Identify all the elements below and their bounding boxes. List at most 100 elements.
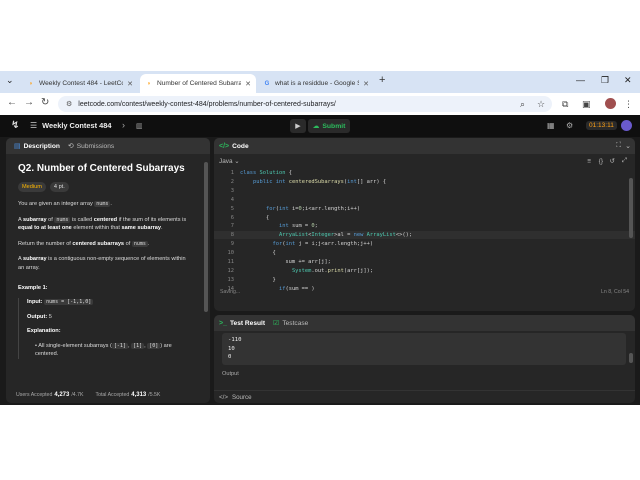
leetcode-icon: ◗ <box>147 80 151 87</box>
url-text: leetcode.com/contest/weekly-contest-484/… <box>78 100 336 108</box>
test-result-panel: >_ Test Result ☑ Testcase -110 10 0 Output… <box>214 315 635 403</box>
code-line[interactable]: System.out.print(arr[j]); <box>240 268 373 274</box>
document-icon: ▤ <box>14 143 21 150</box>
site-info-icon[interactable]: ⚙ <box>66 100 72 108</box>
editor-scrollbar[interactable] <box>629 178 633 238</box>
code-line[interactable]: for(int j = i;j<arr.length;j++) <box>240 241 373 247</box>
code-line[interactable]: for(int i=0;i<arr.length;i++) <box>240 206 360 212</box>
problem-title: Q2. Number of Centered Subarrays <box>18 163 185 174</box>
line-number: 13 <box>227 276 235 283</box>
code-line[interactable]: class Solution { <box>240 170 292 176</box>
notes-icon[interactable]: ≡ <box>587 158 591 165</box>
forward-icon[interactable]: → <box>24 97 34 108</box>
tab-testcase[interactable]: ☑ Testcase <box>273 319 308 328</box>
fullscreen-icon[interactable]: ⤢ <box>622 157 627 165</box>
editor-status-bar: Saving... Ln 8, Col 54 <box>220 289 629 295</box>
tab-test-result[interactable]: >_ Test Result <box>219 320 265 327</box>
prev-problem-icon[interactable]: ‹ <box>107 120 110 130</box>
paragraph-1: You are given an integer array nums. <box>18 201 112 208</box>
user-avatar[interactable] <box>621 120 632 131</box>
run-button[interactable]: ▶ <box>290 119 306 133</box>
description-scrollbar[interactable] <box>204 162 208 312</box>
letterbox-bottom <box>0 405 640 480</box>
code-line[interactable]: { <box>240 215 269 221</box>
problem-list-button[interactable]: ☰ Weekly Contest 484 <box>30 121 111 130</box>
line-number: 2 <box>230 178 234 185</box>
extension-icon[interactable]: ⧉ <box>562 99 568 110</box>
layout-icon[interactable]: ▦ <box>547 121 555 130</box>
points-badge: 4 pt. <box>49 182 69 193</box>
more-options-icon[interactable]: ⌄ <box>625 142 631 150</box>
code-icon: </> <box>219 393 228 401</box>
code-line[interactable]: ArryaList<Integer>al = new ArrayList<>()… <box>240 232 412 238</box>
extensions-icon[interactable]: ▣ <box>582 99 591 110</box>
next-problem-icon[interactable]: › <box>122 120 125 130</box>
profile-avatar[interactable] <box>605 98 616 109</box>
address-bar[interactable]: ⚙ leetcode.com/contest/weekly-contest-48… <box>58 96 552 112</box>
back-icon[interactable]: ← <box>7 97 17 108</box>
reset-icon[interactable]: ↺ <box>610 157 615 165</box>
code-line[interactable]: public int centeredSubarrays(int[] arr) … <box>240 179 386 185</box>
maximize-icon[interactable]: ❐ <box>601 75 609 86</box>
result-scrollbar[interactable] <box>629 353 633 363</box>
paragraph-4: A subarray is a contiguous non-empty seq… <box>18 256 186 271</box>
language-bar: Java ⌄ ≡ {} ↺ ⤢ <box>214 154 635 168</box>
code-icon: </> <box>219 142 230 150</box>
line-number: 10 <box>227 250 235 257</box>
format-icon[interactable]: {} <box>599 158 603 165</box>
paragraph-3: Return the number of centered subarrays … <box>18 240 150 247</box>
contest-timer: 01:13:11 <box>586 121 617 130</box>
expand-icon[interactable]: ⛶ <box>616 142 621 150</box>
line-number: 4 <box>230 196 234 203</box>
problem-description: Q2. Number of Centered Subarrays Medium … <box>6 154 204 387</box>
code-line[interactable]: sum += arr[j]; <box>240 259 330 265</box>
close-window-icon[interactable]: ✕ <box>624 75 632 86</box>
example-title: Example 1: <box>18 285 48 292</box>
menu-icon[interactable]: ⋮ <box>624 99 633 110</box>
code-tabs: </> Code ⛶ ⌄ <box>214 138 635 154</box>
reload-icon[interactable]: ↻ <box>41 97 49 108</box>
browser-tab-google[interactable]: G what is a residdue - Google Sea ✕ <box>258 74 374 93</box>
minimize-icon[interactable]: — <box>576 75 585 85</box>
tab-description[interactable]: ▤ Description <box>14 142 60 151</box>
source-bar[interactable]: </> Source <box>214 390 635 403</box>
play-icon: ▶ <box>295 123 301 130</box>
upload-cloud-icon: ☁ <box>312 123 320 130</box>
example-block: Input: nums = [-1,1,0] Output: 5 Explana… <box>18 298 192 359</box>
history-icon: ⟲ <box>67 143 74 150</box>
bookmark-star-icon[interactable]: ☆ <box>537 99 545 110</box>
submit-button[interactable]: ☁ Submit <box>308 119 350 133</box>
line-number: 1 <box>230 170 234 176</box>
zoom-icon[interactable]: ⌕ <box>520 99 525 110</box>
line-number: 9 <box>230 241 234 248</box>
close-tab-icon[interactable]: ✕ <box>363 80 369 88</box>
tab-strip: ⌄ ◗ Weekly Contest 484 - LeetCode ✕ ◗ Nu… <box>0 71 640 93</box>
code-line[interactable]: int sum = 0; <box>240 223 318 229</box>
paragraph-2: A subarray of nums is called centered if… <box>18 216 187 232</box>
line-number: 3 <box>230 187 234 194</box>
tab-submissions[interactable]: ⟲ Submissions <box>67 142 114 151</box>
output-label: Output <box>222 371 239 377</box>
description-tabs: ▤ Description ⟲ Submissions <box>6 138 210 154</box>
code-line[interactable]: { <box>240 250 275 256</box>
checkbox-icon: ☑ <box>273 320 280 327</box>
close-tab-icon[interactable]: ✕ <box>127 80 133 88</box>
language-select[interactable]: Java ⌄ <box>219 157 240 165</box>
tab-code[interactable]: </> Code <box>219 143 249 150</box>
tab-search-icon[interactable]: ⌄ <box>6 75 14 86</box>
leetcode-logo-icon[interactable]: ↯ <box>11 120 21 131</box>
new-tab-button[interactable]: + <box>379 74 385 86</box>
settings-gear-icon[interactable]: ⚙ <box>566 121 573 130</box>
code-editor[interactable]: 1 class Solution { 2 public int centeredSu… <box>214 168 635 292</box>
browser-tab-contest[interactable]: ◗ Weekly Contest 484 - LeetCode ✕ <box>22 74 138 93</box>
shuffle-icon[interactable]: ▥ <box>136 122 143 130</box>
line-number: 6 <box>230 214 234 221</box>
leetcode-icon: ◗ <box>29 80 33 87</box>
browser-tab-problem[interactable]: ◗ Number of Centered Subarrays - L ✕ <box>140 74 256 93</box>
result-tabs: >_ Test Result ☑ Testcase <box>214 315 635 331</box>
difficulty-badge: Medium <box>18 182 46 193</box>
close-tab-icon[interactable]: ✕ <box>245 80 251 88</box>
code-line[interactable]: } <box>240 277 275 283</box>
google-icon: G <box>264 80 270 87</box>
line-number: 7 <box>230 223 234 230</box>
